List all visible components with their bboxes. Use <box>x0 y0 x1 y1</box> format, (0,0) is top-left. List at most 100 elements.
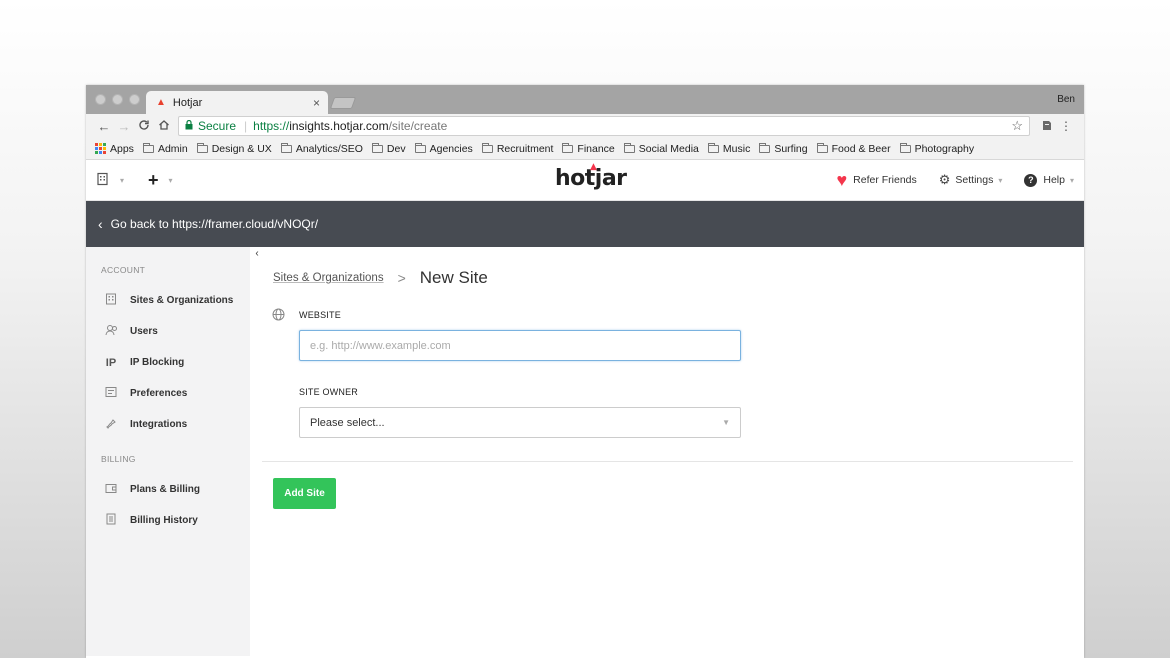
sidebar: ‹ ACCOUNT Sites & Organizations Users IP… <box>86 247 264 656</box>
folder-icon <box>562 142 574 153</box>
refer-friends-link[interactable]: ♥ Refer Friends <box>836 170 916 191</box>
chevron-down-icon: ▾ <box>998 175 1003 185</box>
sidebar-item-sites-organizations[interactable]: Sites & Organizations <box>86 285 250 316</box>
website-label: WEBSITE <box>299 310 341 320</box>
sidebar-item-label: Plans & Billing <box>130 484 201 495</box>
sidebar-item-label: Preferences <box>130 388 188 399</box>
sidebar-item-label: Billing History <box>130 515 198 526</box>
bookmark-label: Admin <box>157 142 188 155</box>
chevron-down-icon[interactable]: ▾ <box>120 176 124 185</box>
site-owner-select[interactable]: Please select... ▼ <box>299 407 741 438</box>
bookmark-folder[interactable]: Admin <box>142 142 188 155</box>
home-icon[interactable] <box>154 119 174 134</box>
url-separator: | <box>244 119 248 133</box>
sidebar-item-billing-history[interactable]: Billing History <box>86 505 250 536</box>
bookmark-folder[interactable]: Social Media <box>623 142 699 155</box>
flame-icon: ▲ <box>590 162 597 172</box>
website-form-column: WEBSITE e.g. http://www.example.com SITE… <box>299 308 741 438</box>
browser-window: ▲ Hotjar × Ben ← → Secure | https://insi… <box>86 85 1084 658</box>
back-arrow-icon[interactable]: ← <box>94 119 114 134</box>
folder-icon <box>623 142 635 153</box>
bookmark-folder[interactable]: Agencies <box>414 142 473 155</box>
chevron-right-icon: > <box>397 270 406 286</box>
forward-arrow-icon[interactable]: → <box>114 119 134 134</box>
tab-strip: ▲ Hotjar × Ben <box>86 85 1084 114</box>
integrations-icon <box>104 417 118 432</box>
folder-icon <box>414 142 426 153</box>
tab-close-icon[interactable]: × <box>313 96 320 110</box>
building-icon <box>97 172 108 185</box>
bookmark-label: Apps <box>110 142 134 155</box>
profile-name[interactable]: Ben <box>1057 94 1075 105</box>
bookmark-folder[interactable]: Food & Beer <box>816 142 891 155</box>
help-label: Help <box>1043 174 1065 186</box>
bookmark-star-icon[interactable]: ☆ <box>1011 118 1023 134</box>
address-toolbar: ← → Secure | https://insights.hotjar.com… <box>86 114 1084 138</box>
heart-icon: ♥ <box>836 169 848 190</box>
website-input[interactable]: e.g. http://www.example.com <box>299 330 741 361</box>
bookmark-label: Social Media <box>638 142 699 155</box>
bookmark-label: Recruitment <box>496 142 554 155</box>
go-back-bar[interactable]: ‹ Go back to https://framer.cloud/vNOQr/ <box>86 201 1084 247</box>
sidebar-item-ip-blocking[interactable]: IP IP Blocking <box>86 347 250 378</box>
bookmark-label: Analytics/SEO <box>295 142 363 155</box>
sidebar-item-users[interactable]: Users <box>86 316 250 347</box>
chrome-menu-icon[interactable]: ⋮ <box>1056 119 1076 133</box>
folder-icon <box>280 142 292 153</box>
sidebar-item-plans-billing[interactable]: Plans & Billing <box>86 474 250 505</box>
sidebar-item-label: IP Blocking <box>130 357 185 368</box>
sidebar-item-preferences[interactable]: Preferences <box>86 378 250 409</box>
form-divider <box>262 461 1073 462</box>
bookmark-folder[interactable]: Dev <box>371 142 406 155</box>
folder-icon <box>196 142 208 153</box>
bookmark-label: Surfing <box>774 142 808 155</box>
bookmark-folder[interactable]: Finance <box>562 142 615 155</box>
bookmark-folder[interactable]: Music <box>707 142 750 155</box>
bookmark-folder[interactable]: Recruitment <box>481 142 554 155</box>
url-host: insights.hotjar.com <box>289 119 389 133</box>
close-window-button[interactable] <box>95 94 106 105</box>
maximize-window-button[interactable] <box>129 94 140 105</box>
bookmark-folder[interactable]: Surfing <box>759 142 808 155</box>
breadcrumb-link-sites[interactable]: Sites & Organizations <box>273 272 384 284</box>
settings-label: Settings <box>955 174 994 186</box>
gear-icon: ⚙ <box>938 172 951 187</box>
app-header: ▾ + ▾ hotjar ▲ ♥ Refer Friends ⚙ Settings… <box>86 160 1084 201</box>
ip-icon: IP <box>105 356 117 369</box>
go-back-label: Go back to https://framer.cloud/vNOQr/ <box>110 217 319 231</box>
add-site-button[interactable]: Add Site <box>273 478 336 509</box>
organization-switcher[interactable] <box>96 172 110 189</box>
header-right: ♥ Refer Friends ⚙ Settings ▾ ? Help ▾ <box>814 170 1074 191</box>
reload-icon[interactable] <box>134 119 154 134</box>
url-bar[interactable]: Secure | https://insights.hotjar.com/sit… <box>178 116 1030 136</box>
bookmark-folder[interactable]: Design & UX <box>196 142 272 155</box>
tab-title: Hotjar <box>172 96 203 109</box>
wallet-icon <box>104 482 118 497</box>
folder-icon <box>759 142 771 153</box>
folder-icon <box>899 142 911 153</box>
content-area: ‹ ACCOUNT Sites & Organizations Users IP… <box>86 247 1084 656</box>
help-menu[interactable]: ? Help ▾ <box>1024 173 1074 187</box>
preferences-icon <box>104 386 118 401</box>
bookmark-label: Finance <box>577 142 615 155</box>
add-new-button[interactable]: + <box>148 170 159 191</box>
bookmark-folder[interactable]: Photography <box>899 142 974 155</box>
page-title: New Site <box>419 268 488 287</box>
folder-icon <box>816 142 828 153</box>
lock-icon <box>185 119 193 132</box>
browser-tab[interactable]: ▲ Hotjar × <box>146 91 328 114</box>
site-owner-label: SITE OWNER <box>299 387 359 397</box>
chevron-down-icon[interactable]: ▾ <box>169 176 173 185</box>
sidebar-heading-billing: BILLING <box>101 454 136 464</box>
bookmark-folder[interactable]: Analytics/SEO <box>280 142 363 155</box>
folder-icon <box>371 142 383 153</box>
bookmark-label: Food & Beer <box>831 142 891 155</box>
sidebar-item-label: Sites & Organizations <box>130 295 234 306</box>
bookmark-apps[interactable]: Apps <box>95 143 134 155</box>
hotjar-logo[interactable]: hotjar ▲ <box>555 162 627 191</box>
settings-menu[interactable]: ⚙ Settings ▾ <box>939 172 1003 188</box>
minimize-window-button[interactable] <box>112 94 123 105</box>
sidebar-item-integrations[interactable]: Integrations <box>86 409 250 440</box>
new-tab-button[interactable] <box>329 97 357 109</box>
evernote-extension-icon[interactable] <box>1036 119 1056 134</box>
